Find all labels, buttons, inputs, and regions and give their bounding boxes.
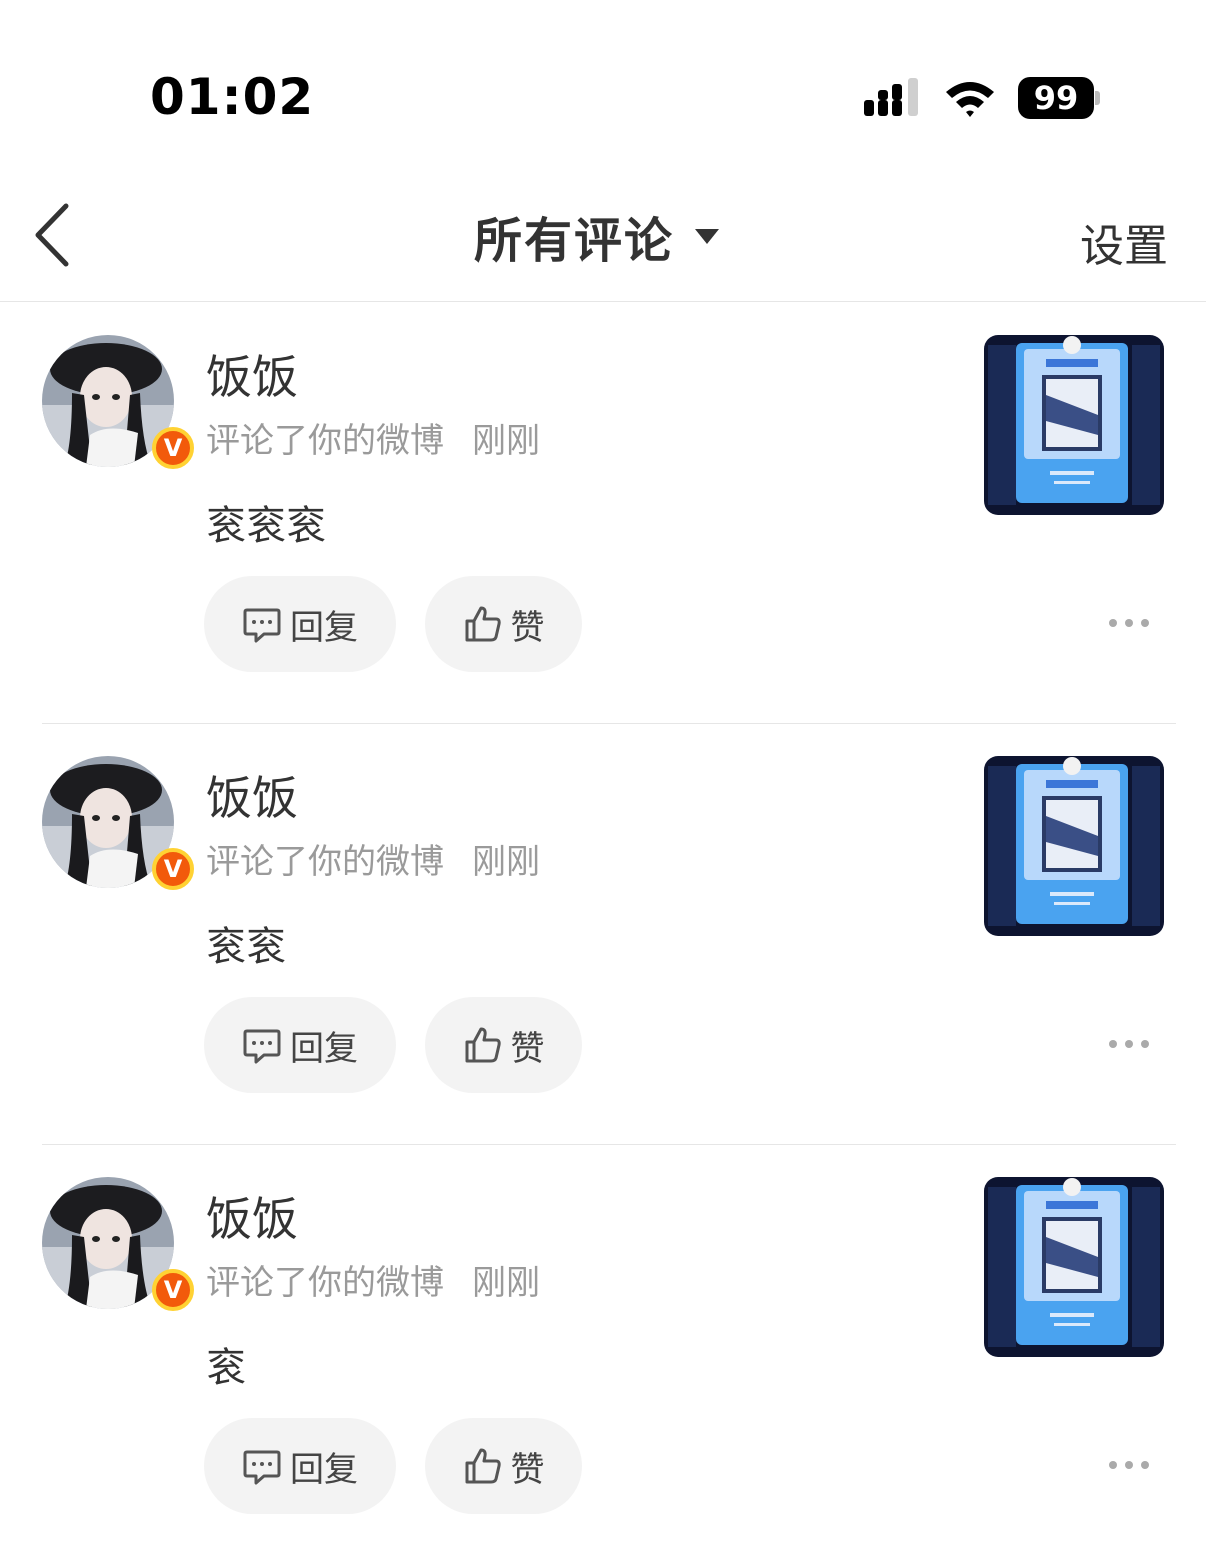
more-icon[interactable] [1106, 611, 1152, 635]
action-text: 评论了你的微博 [206, 1263, 444, 1303]
more-icon[interactable] [1106, 1453, 1152, 1477]
thumbs-up-icon [465, 606, 501, 642]
signal-icon [864, 78, 918, 116]
like-button[interactable]: 赞 [425, 576, 582, 672]
reply-label: 回复 [290, 1449, 358, 1490]
post-thumbnail[interactable] [984, 335, 1164, 515]
wifi-icon [946, 82, 994, 117]
timestamp: 刚刚 [472, 1263, 540, 1303]
battery-icon: 99 [1018, 77, 1100, 119]
comment-text: 衮 [206, 1345, 246, 1391]
comment-meta: 评论了你的微博 刚刚 [206, 413, 540, 462]
action-text: 评论了你的微博 [206, 842, 444, 882]
title-dropdown[interactable]: 所有评论 [474, 206, 720, 269]
battery-nub [1095, 91, 1100, 105]
comment-bubble-icon [243, 1029, 281, 1064]
comment-item: V 饭饭 评论了你的微博 刚刚 衮 回复 赞 [0, 1145, 1206, 1564]
user-name[interactable]: 饭饭 [206, 341, 298, 407]
thumbs-up-icon [465, 1027, 501, 1063]
comment-text: 衮衮 [206, 924, 286, 970]
settings-button[interactable]: 设置 [1080, 210, 1168, 274]
comment-item: V 饭饭 评论了你的微博 刚刚 衮衮 回复 赞 [0, 724, 1206, 1145]
battery-level: 99 [1018, 77, 1094, 119]
reply-label: 回复 [290, 607, 358, 648]
action-text: 评论了你的微博 [206, 421, 444, 461]
timestamp: 刚刚 [472, 842, 540, 882]
user-name[interactable]: 饭饭 [206, 1183, 298, 1249]
comment-text: 衮衮衮 [206, 503, 326, 549]
comment-item: V 饭饭 评论了你的微博 刚刚 衮衮衮 回复 赞 [0, 303, 1206, 724]
timestamp: 刚刚 [472, 421, 540, 461]
user-name[interactable]: 饭饭 [206, 762, 298, 828]
more-icon[interactable] [1106, 1032, 1152, 1056]
verified-badge: V [152, 1269, 194, 1311]
like-label: 赞 [510, 1449, 545, 1490]
like-label: 赞 [510, 607, 545, 648]
verified-badge: V [152, 848, 194, 890]
nav-bar: 所有评论 设置 [0, 170, 1206, 302]
like-button[interactable]: 赞 [425, 997, 582, 1093]
like-label: 赞 [510, 1028, 545, 1069]
reply-label: 回复 [290, 1028, 358, 1069]
reply-button[interactable]: 回复 [204, 1418, 396, 1514]
comment-meta: 评论了你的微博 刚刚 [206, 834, 540, 883]
like-button[interactable]: 赞 [425, 1418, 582, 1514]
reply-button[interactable]: 回复 [204, 997, 396, 1093]
thumbs-up-icon [465, 1448, 501, 1484]
status-bar: 01:02 99 [0, 0, 1206, 160]
avatar[interactable]: V [42, 1177, 194, 1311]
post-thumbnail[interactable] [984, 756, 1164, 936]
comment-meta: 评论了你的微博 刚刚 [206, 1255, 540, 1304]
caret-down-icon [695, 229, 720, 244]
avatar[interactable]: V [42, 335, 194, 469]
page-title: 所有评论 [474, 213, 675, 269]
verified-badge: V [152, 427, 194, 469]
post-thumbnail[interactable] [984, 1177, 1164, 1357]
reply-button[interactable]: 回复 [204, 576, 396, 672]
status-time: 01:02 [150, 68, 315, 126]
comment-bubble-icon [243, 1450, 281, 1485]
comment-list: V 饭饭 评论了你的微博 刚刚 衮衮衮 回复 赞 V 饭饭 评论了你的微博 刚刚… [0, 303, 1206, 1564]
comment-bubble-icon [243, 608, 281, 643]
chevron-left-icon[interactable] [28, 200, 84, 270]
avatar[interactable]: V [42, 756, 194, 890]
